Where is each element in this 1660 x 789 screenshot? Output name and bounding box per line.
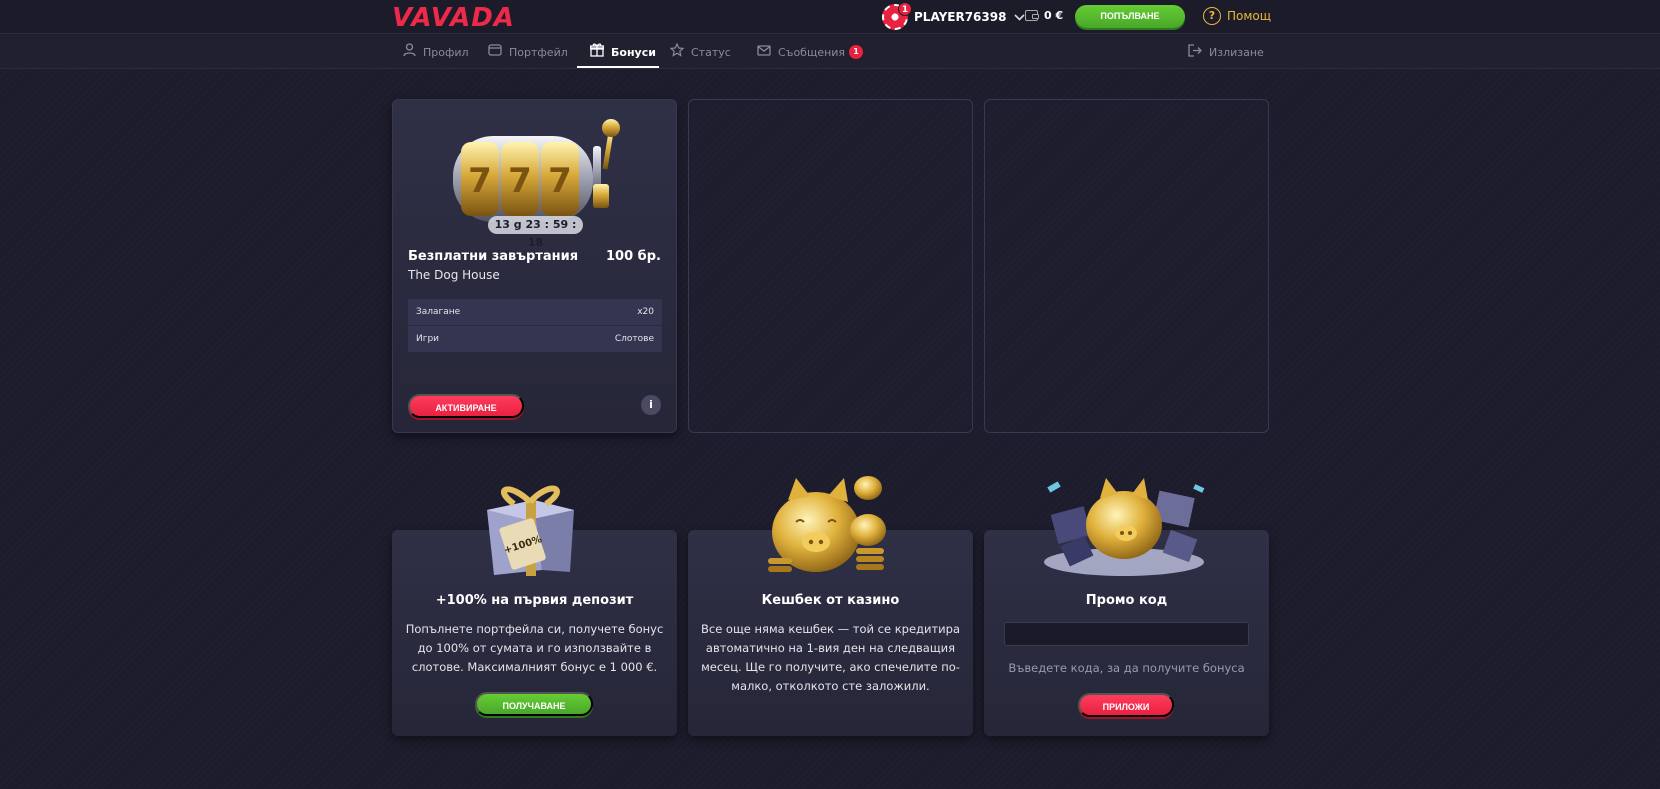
- detail-value: Слотове: [614, 334, 654, 344]
- bonus-count: 100 бр.: [606, 249, 661, 264]
- svg-text:7: 7: [508, 161, 532, 201]
- promo-code-hint: Въведете кода, за да получите бонуса: [1008, 661, 1245, 675]
- empty-bonus-slot: [984, 99, 1269, 433]
- help-label: Помощ: [1227, 9, 1272, 23]
- top-header: VAVADA 1 PLAYER76398 0 € ПОПЪЛВАНЕ ? Пом…: [0, 0, 1660, 34]
- info-icon[interactable]: i: [641, 395, 661, 415]
- bonus-game: The Dog House: [408, 268, 500, 282]
- piggy-bank-image: [768, 476, 886, 572]
- tab-profile[interactable]: Профил: [403, 35, 469, 69]
- claim-button[interactable]: ПОЛУЧАВАНЕ: [475, 692, 593, 716]
- promo-code-input[interactable]: [1004, 622, 1249, 646]
- bonus-title: Безплатни завъртания: [408, 249, 579, 264]
- tab-profile-label: Профил: [423, 45, 469, 59]
- gift-box-image: +100%: [487, 485, 574, 576]
- wallet-icon: [488, 44, 502, 60]
- bonus-details-table: Залагане x20 Игри Слотове: [408, 299, 662, 353]
- username[interactable]: PLAYER76398: [914, 10, 1006, 24]
- tab-status[interactable]: Статус: [669, 35, 731, 69]
- detail-value: x20: [637, 307, 654, 317]
- wallet-balance[interactable]: 0 €: [1025, 9, 1063, 22]
- avatar-badge: 1: [898, 2, 912, 16]
- svg-text:7: 7: [548, 161, 572, 201]
- deposit-bonus-text: Попълнете портфейла си, получете бонус д…: [405, 622, 664, 674]
- tab-status-label: Статус: [691, 45, 731, 59]
- vavada-logo[interactable]: VAVADA: [392, 3, 515, 33]
- bonus-timer: 13 g 23 : 59 : 18: [488, 216, 583, 249]
- detail-row-games: Игри Слотове: [408, 326, 662, 352]
- cashback-text: Все още няма кешбек — той се кредитира а…: [700, 622, 960, 693]
- promo-code-title: Промо код: [1085, 593, 1168, 608]
- mail-icon: [757, 44, 771, 60]
- free-spins-bonus-card: 7 7 7 13 g 23 : 59 : 18 Безплатни завърт…: [392, 99, 677, 433]
- chevron-down-icon[interactable]: [1014, 11, 1026, 24]
- deposit-bonus-title: +100% на първия депозит: [435, 593, 634, 608]
- account-nav: Профил Портфейл Бонуси Статус Съобщения …: [0, 35, 1660, 69]
- tab-wallet[interactable]: Портфейл: [488, 35, 568, 69]
- tab-bonuses-label: Бонуси: [611, 45, 656, 59]
- active-tab-indicator: [577, 66, 659, 68]
- cashback-title: Кешбек от казино: [761, 593, 900, 608]
- deposit-button[interactable]: ПОПЪЛВАНЕ: [1075, 5, 1185, 28]
- help-link[interactable]: ? Помощ: [1203, 7, 1271, 25]
- activate-button[interactable]: АКТИВИРАНЕ: [408, 394, 524, 418]
- detail-label: Игри: [416, 334, 440, 344]
- logout-link[interactable]: Излизане: [1188, 35, 1264, 69]
- user-menu[interactable]: 1 PLAYER76398: [882, 2, 1026, 30]
- avatar[interactable]: 1: [882, 2, 912, 30]
- promo-piggy-image: [1044, 478, 1205, 576]
- tab-wallet-label: Портфейл: [509, 45, 568, 59]
- tab-messages-label: Съобщения: [778, 45, 846, 59]
- logout-icon: [1188, 43, 1202, 61]
- wallet-icon: [1025, 10, 1039, 21]
- user-icon: [403, 43, 416, 61]
- detail-row-wager: Залагане x20: [408, 299, 662, 325]
- empty-bonus-slot: [688, 99, 973, 433]
- svg-text:7: 7: [468, 161, 492, 201]
- tab-messages[interactable]: Съобщения 1: [757, 35, 864, 69]
- gift-icon: [590, 43, 604, 61]
- tab-bonuses[interactable]: Бонуси: [590, 35, 656, 69]
- star-icon: [669, 42, 685, 61]
- logout-label: Излизане: [1209, 45, 1264, 59]
- question-circle-icon: ?: [1203, 7, 1221, 25]
- detail-label: Залагане: [416, 307, 461, 317]
- messages-badge: 1: [849, 45, 864, 59]
- balance-amount: 0 €: [1044, 9, 1064, 22]
- apply-button[interactable]: ПРИЛОЖИ: [1078, 693, 1174, 717]
